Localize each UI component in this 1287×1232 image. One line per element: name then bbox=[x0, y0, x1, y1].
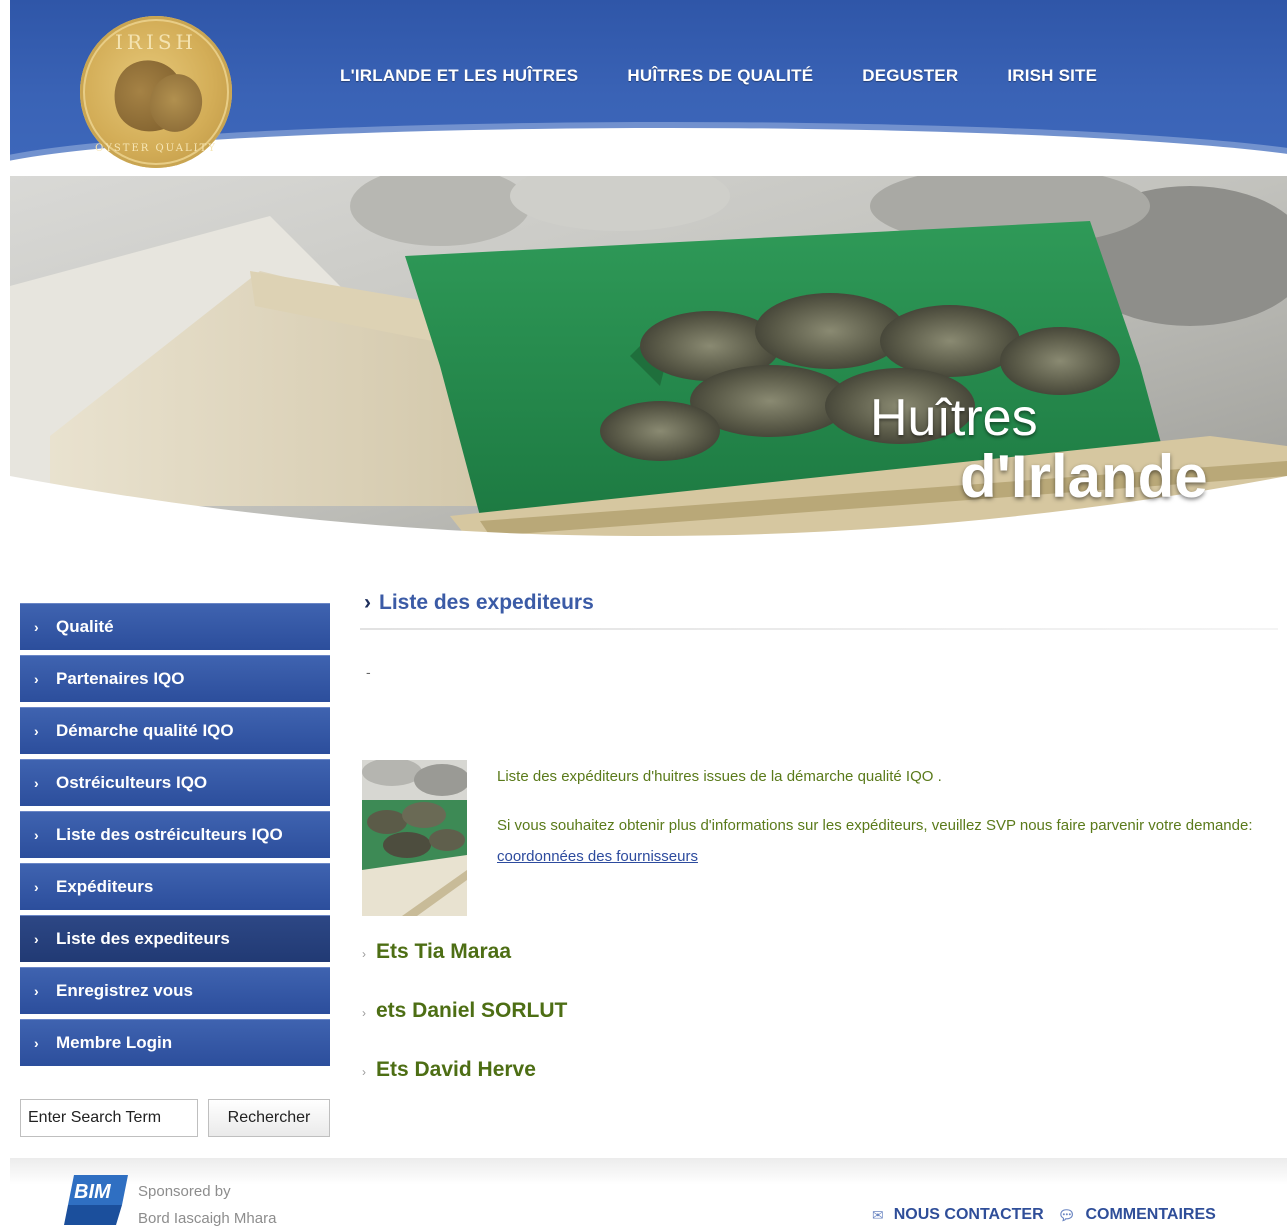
page-title: › Liste des expediteurs bbox=[364, 591, 594, 615]
contact-link[interactable]: NOUS CONTACTER bbox=[894, 1206, 1044, 1224]
hero-title-line2: d'Irlande bbox=[960, 443, 1208, 510]
nav-irish-site[interactable]: IRISH SITE bbox=[1007, 66, 1097, 86]
sidebar-item-label: Démarche qualité IQO bbox=[56, 721, 234, 740]
sidebar-item-partenaires-iqo[interactable]: › Partenaires IQO bbox=[20, 655, 330, 702]
nav-irlande-et-les-huitres[interactable]: L'IRLANDE ET LES HUÎTRES bbox=[340, 66, 578, 86]
sidebar-item-label: Membre Login bbox=[56, 1033, 173, 1052]
supplier-name: ets Daniel SORLUT bbox=[376, 999, 568, 1022]
sidebar-item-liste-des-ostreiculteurs-iqo[interactable]: › Liste des ostréiculteurs IQO bbox=[20, 811, 330, 858]
chevron-right-icon: › bbox=[362, 1065, 366, 1079]
supplier-item[interactable]: › ets Daniel SORLUT bbox=[362, 999, 567, 1023]
intro-text: Liste des expéditeurs d'huitres issues d… bbox=[497, 761, 1257, 872]
chevron-right-icon: › bbox=[34, 931, 39, 947]
nav-huitres-de-qualite[interactable]: HUÎTRES DE QUALITÉ bbox=[627, 66, 813, 86]
sidebar-item-ostreiculteurs-iqo[interactable]: › Ostréiculteurs IQO bbox=[20, 759, 330, 806]
irish-oyster-quality-logo[interactable]: IRISH OYSTER QUALITY bbox=[80, 16, 232, 168]
logo-bottom-text: OYSTER QUALITY bbox=[95, 143, 217, 154]
chevron-right-icon: › bbox=[34, 1035, 39, 1051]
sidebar-item-demarche-qualite-iqo[interactable]: › Démarche qualité IQO bbox=[20, 707, 330, 754]
envelope-icon: ✉ bbox=[872, 1206, 884, 1223]
nav-deguster[interactable]: DEGUSTER bbox=[862, 66, 958, 86]
contact-text: Si vous souhaitez obtenir plus d'informa… bbox=[497, 817, 1253, 834]
sidebar-item-liste-des-expediteurs[interactable]: › Liste des expediteurs bbox=[20, 915, 330, 962]
footer-links: ✉ NOUS CONTACTER 💬︎ COMMENTAIRES bbox=[872, 1206, 1216, 1224]
supplier-name: Ets David Herve bbox=[376, 1058, 536, 1081]
chevron-right-icon: › bbox=[34, 775, 39, 791]
chevron-right-icon: › bbox=[34, 879, 39, 895]
supplier-item[interactable]: › Ets Tia Maraa bbox=[362, 940, 511, 964]
sidebar-nav: › Qualité › Partenaires IQO › Démarche q… bbox=[20, 603, 330, 1071]
speech-bubble-icon: 💬︎ bbox=[1057, 1206, 1076, 1223]
search-input[interactable] bbox=[20, 1099, 198, 1137]
search-form: Rechercher bbox=[20, 1099, 330, 1137]
hero-title-line1: Huîtres bbox=[870, 389, 1038, 447]
contact-paragraph: Si vous souhaitez obtenir plus d'informa… bbox=[497, 810, 1257, 872]
hero-banner: Huîtres d'Irlande bbox=[10, 176, 1287, 554]
chevron-right-icon: › bbox=[364, 591, 371, 614]
sidebar-item-label: Ostréiculteurs IQO bbox=[56, 773, 208, 792]
chevron-right-icon: › bbox=[362, 1006, 366, 1020]
sponsor-text: Sponsored by Bord Iascaigh Mhara bbox=[138, 1178, 276, 1232]
chevron-right-icon: › bbox=[34, 671, 39, 687]
chevron-right-icon: › bbox=[34, 983, 39, 999]
chevron-right-icon: › bbox=[34, 619, 39, 635]
intro-line: Liste des expéditeurs d'huitres issues d… bbox=[497, 768, 942, 785]
bim-logo-text: BIM bbox=[74, 1181, 112, 1203]
content-dash: - bbox=[366, 664, 371, 680]
sidebar-item-enregistrez-vous[interactable]: › Enregistrez vous bbox=[20, 967, 330, 1014]
sidebar-item-label: Partenaires IQO bbox=[56, 669, 185, 688]
sidebar-item-label: Liste des expediteurs bbox=[56, 929, 230, 948]
main-nav: L'IRLANDE ET LES HUÎTRES HUÎTRES DE QUAL… bbox=[340, 66, 1146, 86]
chevron-right-icon: › bbox=[34, 723, 39, 739]
page-title-text: Liste des expediteurs bbox=[379, 591, 594, 614]
sidebar-item-label: Expéditeurs bbox=[56, 877, 154, 896]
sidebar-item-label: Liste des ostréiculteurs IQO bbox=[56, 825, 283, 844]
sidebar-item-expediteurs[interactable]: › Expéditeurs bbox=[20, 863, 330, 910]
chevron-right-icon: › bbox=[362, 947, 366, 961]
bim-logo[interactable]: BIM bbox=[64, 1175, 128, 1225]
oysters-thumbnail bbox=[362, 760, 467, 916]
logo-top-text: IRISH bbox=[114, 30, 197, 54]
supplier-item[interactable]: › Ets David Herve bbox=[362, 1058, 536, 1082]
sponsor-line2: Bord Iascaigh Mhara bbox=[138, 1210, 277, 1227]
sponsor-line1: Sponsored by bbox=[138, 1183, 231, 1200]
sidebar-item-label: Qualité bbox=[56, 617, 114, 636]
title-divider bbox=[360, 628, 1278, 630]
search-button[interactable]: Rechercher bbox=[208, 1099, 330, 1137]
supplier-name: Ets Tia Maraa bbox=[376, 940, 512, 963]
suppliers-contact-link[interactable]: coordonnées des fournisseurs bbox=[497, 848, 698, 865]
sidebar-item-label: Enregistrez vous bbox=[56, 981, 193, 1000]
comments-link[interactable]: COMMENTAIRES bbox=[1085, 1206, 1215, 1224]
sidebar-item-membre-login[interactable]: › Membre Login bbox=[20, 1019, 330, 1066]
sidebar-item-qualite[interactable]: › Qualité bbox=[20, 603, 330, 650]
chevron-right-icon: › bbox=[34, 827, 39, 843]
